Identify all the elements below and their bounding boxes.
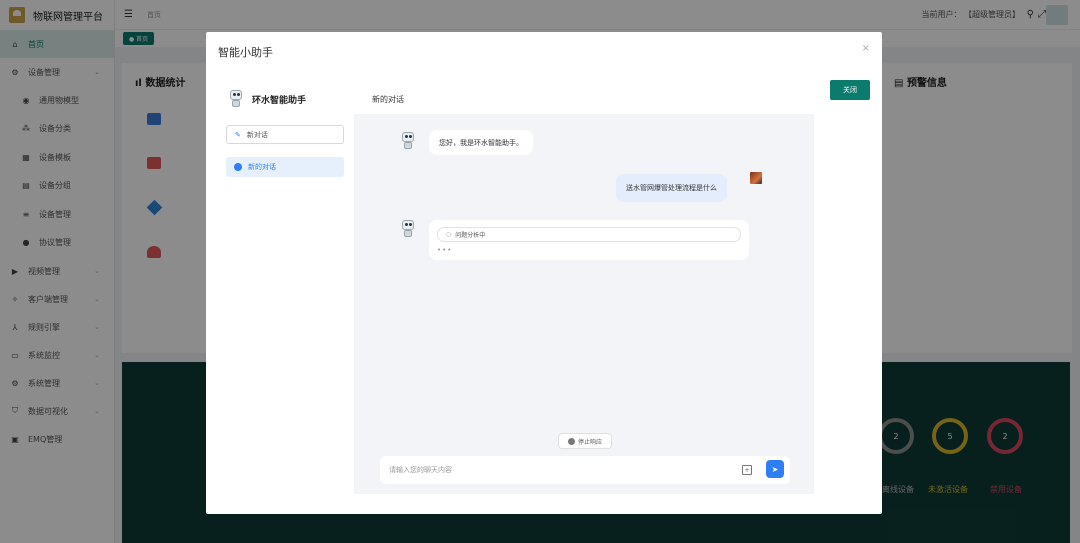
analysis-status[interactable]: ◌ 问题分析中 — [437, 226, 741, 242]
chat-title: 新的对话 — [372, 95, 404, 104]
stop-label: 停止响应 — [577, 438, 602, 446]
typing-indicator: ••• — [437, 245, 453, 254]
assistant-avatar — [400, 220, 416, 238]
conversation-label: 新的对话 — [248, 163, 276, 171]
assistant-header: 环水智能助手 — [228, 90, 306, 108]
close-button[interactable]: 关闭 — [830, 80, 870, 100]
conversation-item[interactable]: 新的对话 — [226, 157, 344, 177]
assistant-dialog: 智能小助手 × 关闭 环水智能助手 ✎ 新对话 新的对话 新的对话 您好，我是环… — [206, 32, 882, 514]
chat-input-placeholder: 请输入您的聊天内容 — [389, 466, 452, 474]
stop-icon — [567, 437, 575, 445]
robot-icon — [228, 90, 244, 108]
edit-icon: ✎ — [235, 130, 241, 139]
close-icon[interactable]: × — [862, 43, 870, 54]
analysis-label: 问题分析中 — [455, 231, 486, 239]
stop-response-button[interactable]: 停止响应 — [558, 433, 612, 449]
new-chat-label: 新对话 — [246, 130, 268, 139]
user-avatar — [750, 172, 762, 184]
chat-bubble-icon — [234, 163, 242, 171]
dialog-title: 智能小助手 — [218, 46, 273, 59]
chat-input[interactable]: 请输入您的聊天内容 + ➤ — [380, 456, 790, 484]
assistant-name: 环水智能助手 — [252, 95, 307, 106]
chat-area: 您好，我是环水智能助手。 送水管网爆管处理流程是什么 ◌ 问题分析中 ••• 停… — [354, 114, 814, 494]
assistant-message: 您好，我是环水智能助手。 — [429, 130, 533, 155]
user-message: 送水管网爆管处理流程是什么 — [616, 174, 727, 202]
attach-file-icon[interactable]: + — [742, 465, 752, 475]
send-button[interactable]: ➤ — [766, 460, 784, 478]
assistant-avatar — [400, 132, 416, 150]
assistant-message-pending: ◌ 问题分析中 ••• — [429, 220, 749, 260]
loading-icon: ◌ — [446, 230, 452, 238]
new-chat-button[interactable]: ✎ 新对话 — [226, 125, 344, 144]
